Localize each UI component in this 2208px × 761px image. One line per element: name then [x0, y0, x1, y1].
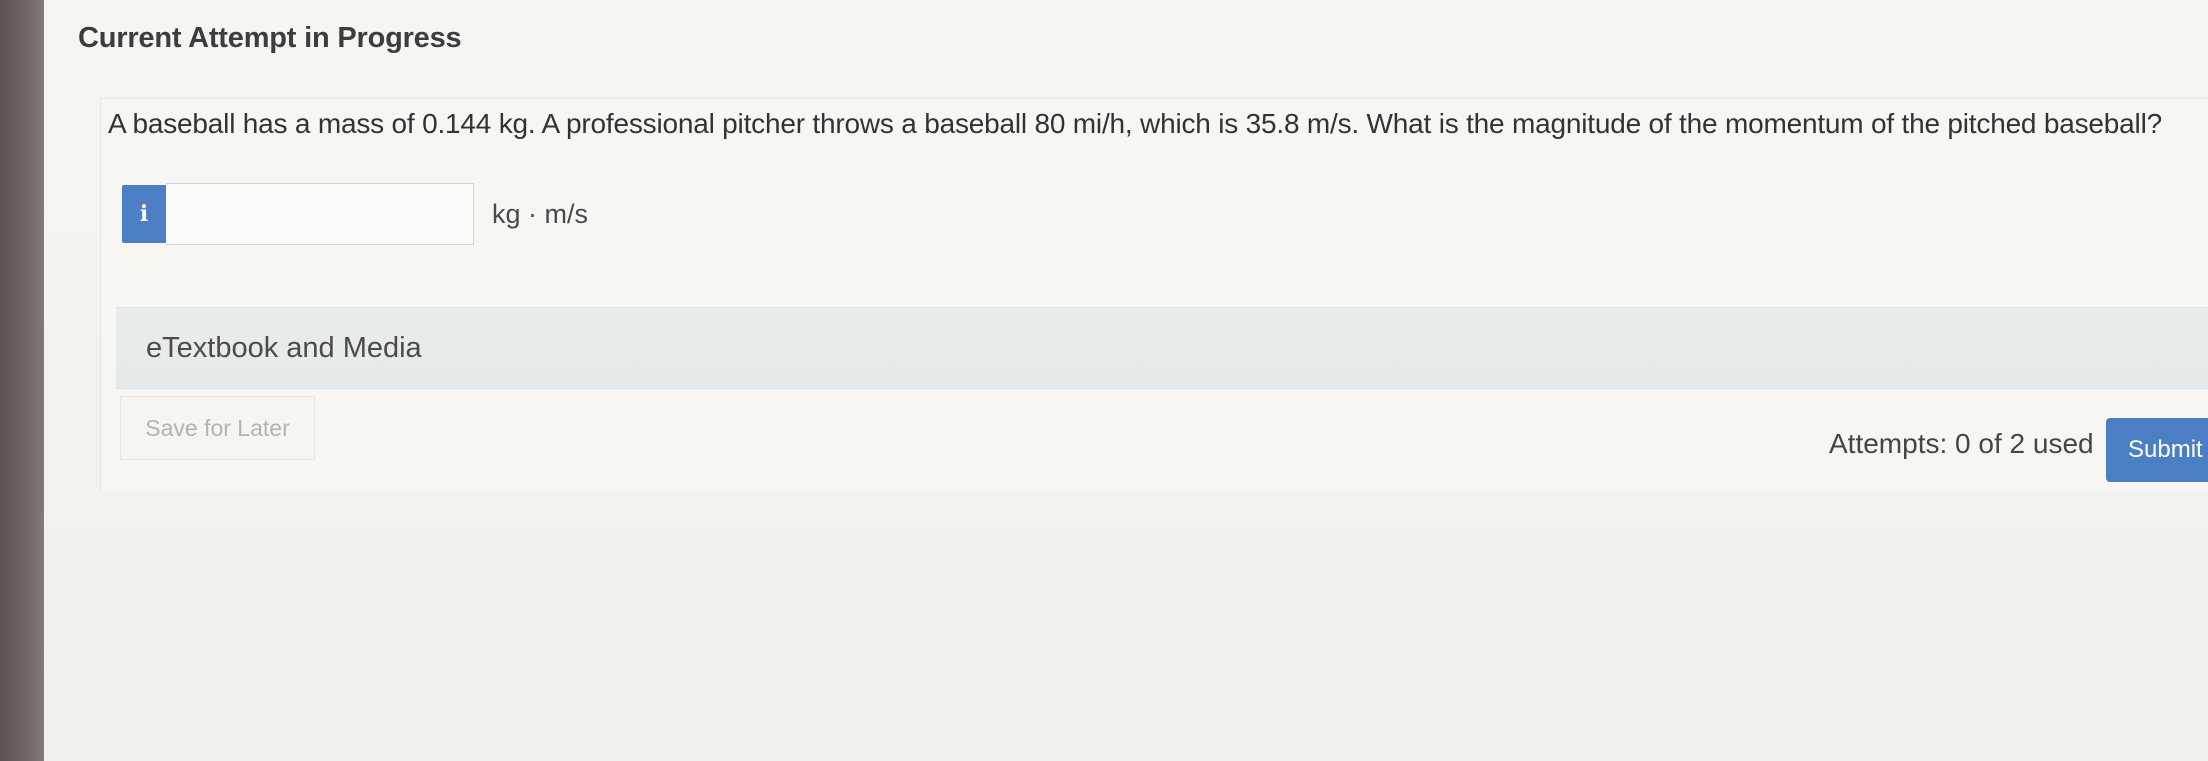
unit-label: kg · m/s	[492, 198, 589, 229]
answer-input[interactable]	[166, 183, 474, 245]
question-text: A baseball has a mass of 0.144 kg. A pro…	[108, 108, 2162, 139]
screen-bezel	[0, 0, 44, 761]
assignment-page: Current Attempt in Progress A baseball h…	[44, 0, 2208, 761]
answer-row: i kg · m/s	[122, 182, 588, 246]
submit-button[interactable]: Submit	[2106, 418, 2208, 482]
save-for-later-button[interactable]: Save for Later	[120, 396, 315, 460]
etextbook-media-toggle[interactable]: eTextbook and Media	[116, 307, 2208, 389]
etextbook-media-label: eTextbook and Media	[146, 331, 422, 364]
info-icon[interactable]: i	[122, 185, 166, 243]
attempts-counter: Attempts: 0 of 2 used	[1829, 428, 2094, 459]
page-title: Current Attempt in Progress	[78, 22, 462, 54]
